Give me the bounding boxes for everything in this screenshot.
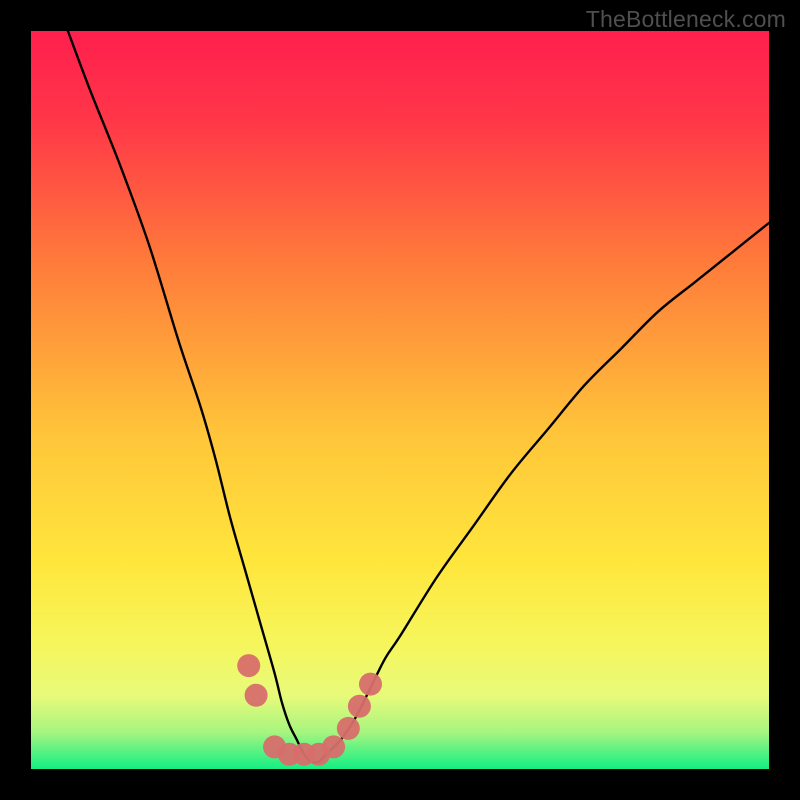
attribution-label: TheBottleneck.com — [586, 6, 786, 33]
gradient-background — [31, 31, 769, 769]
curve-marker — [245, 684, 268, 707]
curve-marker — [359, 673, 382, 696]
chart-frame: TheBottleneck.com — [0, 0, 800, 800]
bottleneck-chart — [31, 31, 769, 769]
curve-marker — [322, 735, 345, 758]
curve-marker — [348, 695, 371, 718]
curve-marker — [337, 717, 360, 740]
curve-marker — [237, 654, 260, 677]
plot-area — [31, 31, 769, 769]
